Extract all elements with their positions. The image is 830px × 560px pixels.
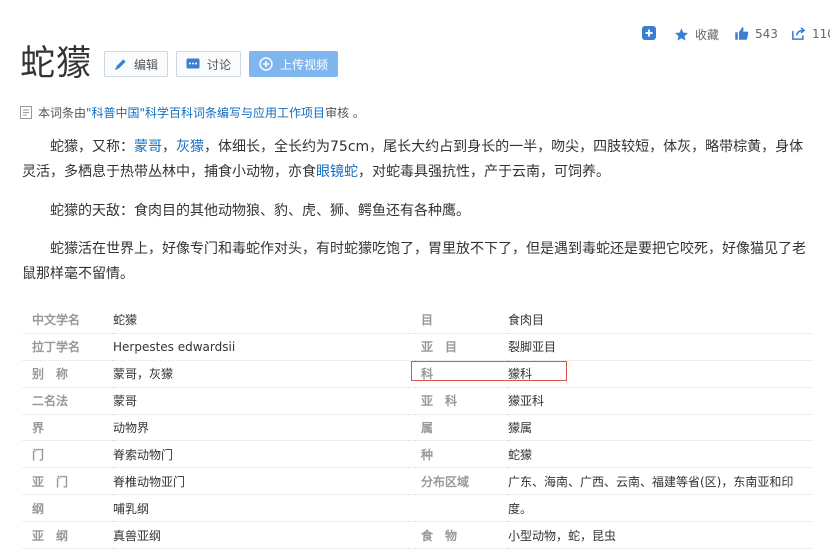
link-cobra[interactable]: 眼镜蛇	[316, 164, 358, 180]
basic-info-table: 中文学名 蛇獴 目 食肉目 拉丁学名 Herpestes edwardsii 亚…	[22, 307, 812, 550]
collect-button[interactable]: 收藏	[674, 26, 719, 43]
info-value: 獴亚科	[508, 387, 812, 415]
info-key: 门	[22, 440, 113, 469]
info-value: 动物界	[113, 414, 415, 442]
edit-button[interactable]: 编辑	[104, 51, 169, 77]
review-note: 本词条由 "科普中国"科学百科词条编写与应用工作项目 审核 。	[20, 104, 365, 121]
info-key: 亚 目	[415, 333, 508, 361]
distribution-line-1: 广东、海南、广西、云南、福建等省(区)，东南亚和印	[508, 474, 794, 489]
info-key: 中文学名	[22, 307, 113, 334]
info-value: 裂脚亚目	[508, 333, 812, 361]
document-icon	[20, 106, 32, 119]
info-key: 拉丁学名	[22, 333, 113, 361]
info-value: 真兽亚纲	[113, 521, 415, 550]
info-key: 目	[415, 307, 508, 334]
info-value: 广东、海南、广西、云南、福建等省(区)，东南亚和印	[508, 467, 812, 496]
info-key: 纲	[22, 494, 113, 523]
table-row: 亚 门 脊椎动物亚门 分布区域 广东、海南、广西、云南、福建等省(区)，东南亚和…	[22, 467, 812, 496]
info-key: 食 物	[415, 521, 508, 550]
info-value: 蒙哥	[113, 387, 415, 415]
thumbs-up-icon	[735, 27, 749, 40]
info-key: 分布区域	[415, 467, 508, 496]
table-row: 亚 纲 真兽亚纲 食 物 小型动物，蛇，昆虫	[22, 521, 812, 550]
share-count: 110	[812, 26, 830, 41]
info-value: 獴属	[508, 414, 812, 442]
info-value: 食肉目	[508, 307, 812, 334]
info-value: 小型动物，蛇，昆虫	[508, 521, 812, 550]
info-value: 蛇獴	[508, 440, 812, 469]
info-key: 别 称	[22, 360, 113, 388]
like-count: 543	[755, 26, 778, 41]
table-row: 门 脊索动物门 种 蛇獴	[22, 440, 812, 469]
table-row: 拉丁学名 Herpestes edwardsii 亚 目 裂脚亚目	[22, 333, 812, 361]
star-icon	[674, 28, 689, 41]
enemies-paragraph: 蛇獴的天敌：食肉目的其他动物狼、豹、虎、狮、鳄鱼还有各种鹰。	[50, 203, 470, 219]
plus-circle-icon	[259, 57, 273, 71]
info-value: Herpestes edwardsii	[113, 333, 415, 361]
table-row: 界 动物界 属 獴属	[22, 414, 812, 442]
info-value: 度。	[508, 494, 812, 523]
upload-video-button[interactable]: 上传视频	[249, 51, 339, 77]
review-org-link[interactable]: "科普中国"科学百科词条编写与应用工作项目	[86, 104, 325, 121]
info-value: 脊索动物门	[113, 440, 415, 469]
page-title: 蛇獴	[20, 44, 93, 84]
info-key: 种	[415, 440, 508, 469]
discuss-button[interactable]: 讨论	[176, 51, 242, 77]
like-button[interactable]: 543	[734, 26, 778, 41]
info-key: 界	[22, 414, 113, 442]
behavior-paragraph: 蛇獴活在世界上，好像专门和毒蛇作对头，有时蛇獴吃饱了，胃里放不下了，但是遇到毒蛇…	[22, 241, 806, 282]
p1-text-4: ，对蛇毒具强抗性，产于云南，可饲养。	[358, 164, 610, 180]
info-key: 亚 纲	[22, 521, 113, 550]
share-button[interactable]: 110	[791, 26, 830, 41]
info-key: 二名法	[22, 387, 113, 415]
discuss-label: 讨论	[207, 57, 232, 72]
review-prefix: 本词条由	[38, 106, 87, 120]
intro-paragraph: 蛇獴，又称：蒙哥，灰獴，体细长，全长约为75cm，尾长大约占到身长的一半，吻尖，…	[22, 135, 812, 185]
table-row: 纲 哺乳纲 度。	[22, 494, 812, 523]
title-row: 蛇獴 编辑 讨论 上传视频	[20, 42, 346, 86]
edit-label: 编辑	[134, 57, 159, 72]
table-row: 中文学名 蛇獴 目 食肉目	[22, 307, 812, 334]
table-row: 二名法 蒙哥 亚 科 獴亚科	[22, 387, 812, 415]
info-value: 蒙哥，灰獴	[113, 360, 415, 388]
link-menggo[interactable]: 蒙哥	[134, 139, 162, 155]
p1-text-1: 蛇獴，又称：	[50, 139, 134, 155]
info-value: 脊椎动物亚门	[113, 467, 415, 496]
chat-icon	[186, 58, 200, 69]
collect-label: 收藏	[695, 28, 720, 42]
share-icon	[792, 27, 806, 40]
upload-video-label: 上传视频	[280, 57, 329, 72]
pencil-icon	[114, 58, 126, 70]
plus-square-icon	[642, 26, 656, 40]
link-huimeng[interactable]: 灰獴	[176, 139, 204, 155]
info-key	[415, 494, 508, 523]
p1-text-2: ，	[162, 139, 176, 155]
info-key: 属	[415, 414, 508, 442]
info-key: 亚 门	[22, 467, 113, 496]
info-value: 蛇獴	[113, 307, 415, 334]
distribution-line-2: 度。	[508, 501, 533, 516]
info-key: 亚 科	[415, 387, 508, 415]
info-value: 哺乳纲	[113, 494, 415, 523]
add-button[interactable]	[642, 26, 656, 40]
review-suffix: 审核 。	[325, 106, 365, 120]
family-highlight-box	[411, 361, 567, 381]
